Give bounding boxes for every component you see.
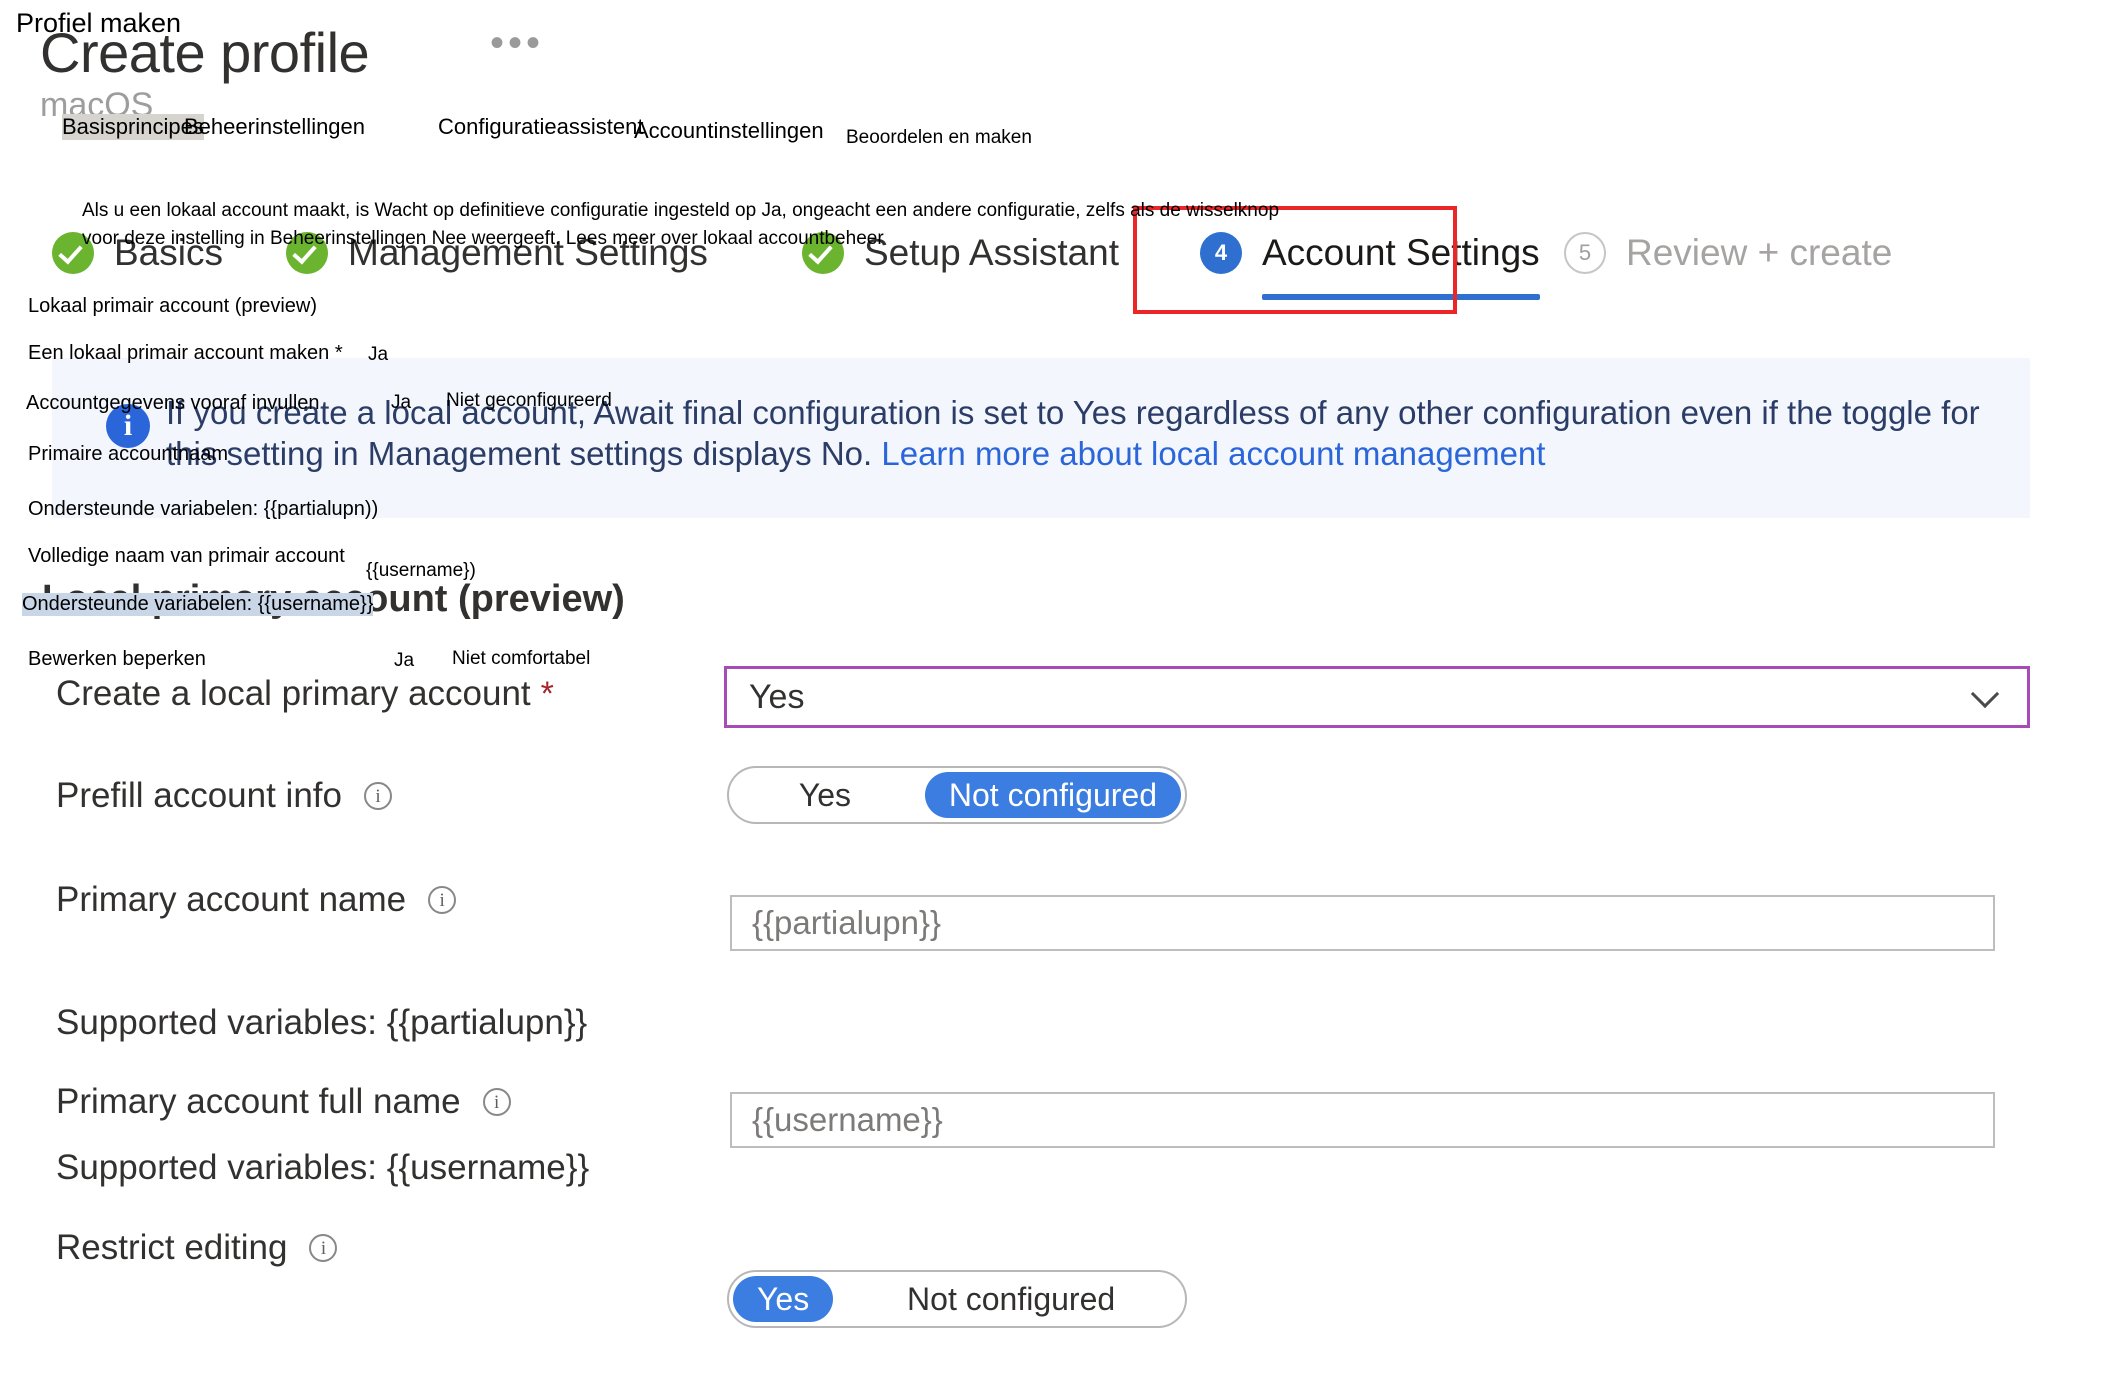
label-primary-account-full-name: Primary account full name i [56,1082,511,1122]
active-tab-underline [1262,294,1540,300]
note-supported-variables-username: Supported variables: {{username}} [56,1148,590,1187]
prefill-account-info-toggle[interactable]: Yes Not configured [727,766,1187,824]
overlay-value-prefill-yes: Ja [391,392,412,413]
input-value: {{username}} [752,1101,943,1138]
overlay-value-prefill-notconfig: Niet geconfigureerd [446,390,612,411]
toggle-option-not-configured[interactable]: Not configured [841,1276,1181,1322]
overlay-label-primary-name: Primaire accountnaam [28,443,229,465]
info-banner-line2-prefix: setting in Management settings displays … [226,435,882,472]
overflow-menu-icon[interactable]: ••• [490,23,544,63]
label-text: Primary account full name [56,1082,461,1121]
input-value: {{partialupn}} [752,904,942,941]
primary-account-full-name-input[interactable]: {{username}} [730,1092,1995,1148]
label-restrict-editing: Restrict editing i [56,1228,338,1268]
label-text: Create a local primary account [56,674,531,713]
create-local-primary-account-dropdown[interactable]: Yes [724,666,2030,728]
chevron-down-icon [1971,682,2001,712]
overlay-tab-configuratieassistent[interactable]: Configuratieassistent [438,114,643,140]
overlay-label-prefill: Accountgegevens vooraf invullen [26,392,320,414]
info-tooltip-icon[interactable]: i [482,1088,511,1116]
wizard-step-label: Account Settings [1262,232,1540,273]
label-primary-account-name: Primary account name i [56,880,457,920]
step-number-badge: 5 [1564,232,1606,274]
overlay-section-heading: Lokaal primair account (preview) [28,295,318,317]
overlay-label-restrict: Bewerken beperken [28,648,206,670]
step-number-badge: 4 [1200,232,1242,274]
label-text: Restrict editing [56,1228,288,1267]
toggle-option-yes[interactable]: Yes [733,772,917,818]
overlay-value-full-name: {{username}) [366,560,476,581]
overlay-tab-beheerinstellingen[interactable]: Beheerinstellingen [184,114,365,140]
overlay-note-primary-name: Ondersteunde variabelen: {{partialupn)) [28,498,379,520]
toggle-option-not-configured[interactable]: Not configured [924,772,1181,818]
info-tooltip-icon[interactable]: i [309,1234,338,1262]
overlay-banner-line1: Als u een lokaal account maakt, is Wacht… [82,200,1280,221]
toggle-option-yes[interactable]: Yes [733,1276,834,1322]
overlay-tab-accountinstellingen[interactable]: Accountinstellingen [634,118,824,144]
wizard-step-account-settings[interactable]: 4 Account Settings [1200,222,1540,300]
dropdown-selected-value: Yes [749,677,805,716]
overlay-value-restrict-notconfig: Niet comfortabel [452,648,591,669]
overlay-value-restrict-yes: Ja [394,650,415,671]
info-tooltip-icon[interactable]: i [428,886,457,914]
overlay-note-full-name: Ondersteunde variabelen: {{username}} [22,593,374,616]
overlay-tab-beoordelen-en-maken[interactable]: Beoordelen en maken [846,127,1032,149]
overlay-label-full-name: Volledige naam van primair account [28,545,345,567]
note-supported-variables-partialupn: Supported variables: {{partialupn}} [56,1003,588,1042]
overlay-banner-line2: voor deze instelling in Beheerinstelling… [82,228,884,249]
label-create-local-primary-account: Create a local primary account * [56,674,554,714]
label-text: Primary account name [56,880,407,919]
overlay-value-create-local: Ja [368,344,389,365]
info-tooltip-icon[interactable]: i [363,782,392,810]
wizard-step-label: Setup Assistant [864,232,1120,273]
learn-more-link[interactable]: Learn more about local account managemen… [881,435,1545,472]
overlay-tab-basisprincipes[interactable]: Basisprincipes [62,114,204,140]
info-banner-text: If you create a local account, Await fin… [166,392,1996,474]
wizard-step-review-create[interactable]: 5 Review + create [1564,222,1892,284]
restrict-editing-toggle[interactable]: Yes Not configured [727,1270,1187,1328]
label-text: Prefill account info [56,776,342,815]
primary-account-name-input[interactable]: {{partialupn}} [730,895,1995,951]
label-prefill-account-info: Prefill account info i [56,776,392,816]
required-marker: * [540,674,554,713]
overlay-label-create-local: Een lokaal primair account maken * [28,342,343,364]
wizard-step-label: Review + create [1626,232,1893,273]
overlay-title: Profiel maken [16,8,182,38]
